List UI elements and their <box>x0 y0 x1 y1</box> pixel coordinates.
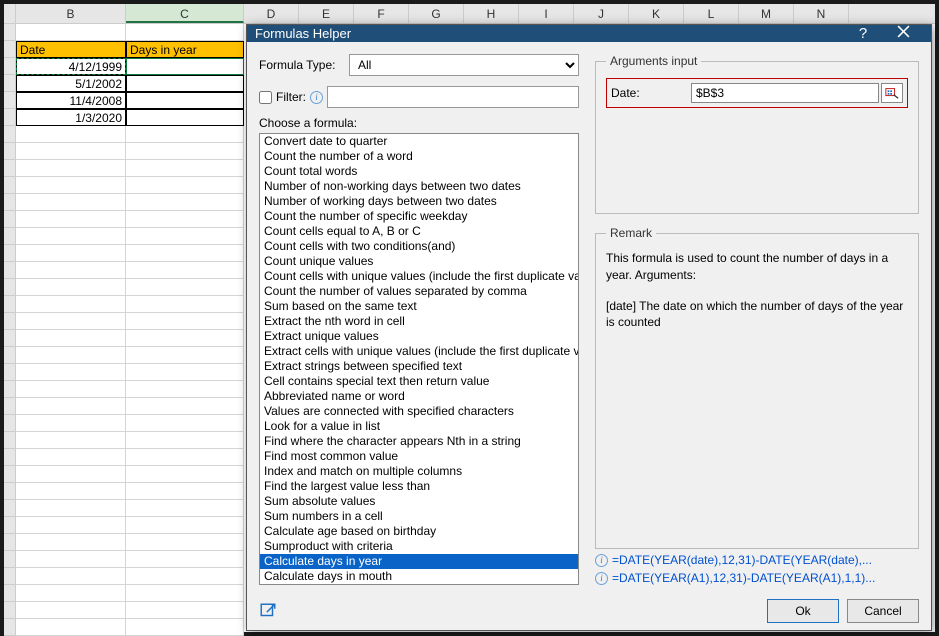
cell-B5[interactable]: 11/4/2008 <box>16 92 126 109</box>
formula-item[interactable]: Number of non-working days between two d… <box>260 179 578 194</box>
cell-days-header[interactable]: Days in year <box>126 41 244 58</box>
info-icon: i <box>595 554 608 567</box>
col-header-B[interactable]: B <box>16 4 126 23</box>
formula-preview-2[interactable]: =DATE(YEAR(A1),12,31)-DATE(YEAR(A1),1,1)… <box>612 571 875 585</box>
formula-item[interactable]: Find the largest value less than <box>260 479 578 494</box>
formula-item[interactable]: Index and match on multiple columns <box>260 464 578 479</box>
cell-B6[interactable]: 1/3/2020 <box>16 109 126 126</box>
choose-formula-label: Choose a formula: <box>259 116 579 130</box>
info-icon: i <box>595 572 608 585</box>
formula-item[interactable]: Number of working days between two dates <box>260 194 578 209</box>
dialog-titlebar[interactable]: Formulas Helper ? <box>247 25 931 42</box>
remark-fieldset: Remark This formula is used to count the… <box>595 226 919 549</box>
formula-item[interactable]: Calculate days in year <box>260 554 578 569</box>
cell-C4[interactable] <box>126 75 244 92</box>
cell-C5[interactable] <box>126 92 244 109</box>
filter-checkbox[interactable] <box>259 91 272 104</box>
cell-B4[interactable]: 5/1/2002 <box>16 75 126 92</box>
filter-label: Filter: <box>276 90 306 104</box>
col-header-J[interactable]: J <box>574 4 629 23</box>
cell-B3[interactable]: 4/12/1999 <box>16 58 126 75</box>
filter-input[interactable] <box>327 86 579 108</box>
formula-item[interactable]: Calculate age based on birthday <box>260 524 578 539</box>
formula-item[interactable]: Count cells with unique values (include … <box>260 269 578 284</box>
formulas-helper-dialog: Formulas Helper ? Formula Type: All Filt… <box>246 24 932 631</box>
col-header-D[interactable]: D <box>244 4 299 23</box>
formula-list[interactable]: Convert date to quarterCount the number … <box>259 133 579 585</box>
formula-item[interactable]: Look for a value in list <box>260 419 578 434</box>
col-header-E[interactable]: E <box>299 4 354 23</box>
arg-date-input[interactable] <box>691 83 879 103</box>
remark-arg: [date] The date on which the number of d… <box>606 298 908 332</box>
formula-preview-1[interactable]: =DATE(YEAR(date),12,31)-DATE(YEAR(date),… <box>612 553 872 567</box>
formula-item[interactable]: Count cells with two conditions(and) <box>260 239 578 254</box>
formula-item[interactable]: Sum absolute values <box>260 494 578 509</box>
col-header-I[interactable]: I <box>519 4 574 23</box>
formula-item[interactable]: Extract the nth word in cell <box>260 314 578 329</box>
formula-item[interactable]: Count unique values <box>260 254 578 269</box>
col-header-H[interactable]: H <box>464 4 519 23</box>
col-header-C[interactable]: C <box>126 4 244 23</box>
remark-desc: This formula is used to count the number… <box>606 250 908 284</box>
formula-item[interactable]: Count cells equal to A, B or C <box>260 224 578 239</box>
dialog-title: Formulas Helper <box>255 26 843 41</box>
range-selector-button[interactable] <box>881 83 903 103</box>
col-header-K[interactable]: K <box>629 4 684 23</box>
cell-date-header[interactable]: Date <box>16 41 126 58</box>
formula-item[interactable]: Values are connected with specified char… <box>260 404 578 419</box>
arg-date-label: Date: <box>611 86 691 100</box>
cell-C6[interactable] <box>126 109 244 126</box>
formula-item[interactable]: Convert date to quarter <box>260 134 578 149</box>
arguments-legend: Arguments input <box>606 54 701 68</box>
cell-C3[interactable] <box>126 58 244 75</box>
col-header-N[interactable]: N <box>794 4 849 23</box>
formula-item[interactable]: Extract unique values <box>260 329 578 344</box>
formula-item[interactable]: Sum numbers in a cell <box>260 509 578 524</box>
formula-item[interactable]: Count the number of values separated by … <box>260 284 578 299</box>
formula-item[interactable]: Calculate days in mouth <box>260 569 578 584</box>
formula-item[interactable]: Cell contains special text then return v… <box>260 374 578 389</box>
external-link-icon[interactable] <box>259 602 277 620</box>
formula-item[interactable]: Find where the character appears Nth in … <box>260 434 578 449</box>
formula-item[interactable]: Extract strings between specified text <box>260 359 578 374</box>
formula-type-select[interactable]: All <box>349 54 579 76</box>
formula-item[interactable]: Sum based on the same text <box>260 299 578 314</box>
formula-item[interactable]: Count the number of specific weekday <box>260 209 578 224</box>
col-header-F[interactable]: F <box>354 4 409 23</box>
info-icon[interactable]: i <box>310 91 323 104</box>
formula-item[interactable]: Extract cells with unique values (includ… <box>260 344 578 359</box>
remark-legend: Remark <box>606 226 656 240</box>
formula-item[interactable]: Count the number of a word <box>260 149 578 164</box>
corner[interactable] <box>4 4 16 23</box>
column-headers: B C D E F G H I J K L M N <box>4 4 935 24</box>
range-selector-icon <box>885 86 899 100</box>
formula-item[interactable]: Abbreviated name or word <box>260 389 578 404</box>
col-header-L[interactable]: L <box>684 4 739 23</box>
col-header-M[interactable]: M <box>739 4 794 23</box>
help-button[interactable]: ? <box>843 25 883 42</box>
formula-item[interactable]: Sumproduct with criteria <box>260 539 578 554</box>
ok-button[interactable]: Ok <box>767 599 839 623</box>
formula-type-label: Formula Type: <box>259 58 349 72</box>
col-header-G[interactable]: G <box>409 4 464 23</box>
formula-item[interactable]: Count total words <box>260 164 578 179</box>
formula-item[interactable]: Find most common value <box>260 449 578 464</box>
close-button[interactable] <box>883 25 923 42</box>
cancel-button[interactable]: Cancel <box>847 599 919 623</box>
arguments-fieldset: Arguments input Date: <box>595 54 919 214</box>
